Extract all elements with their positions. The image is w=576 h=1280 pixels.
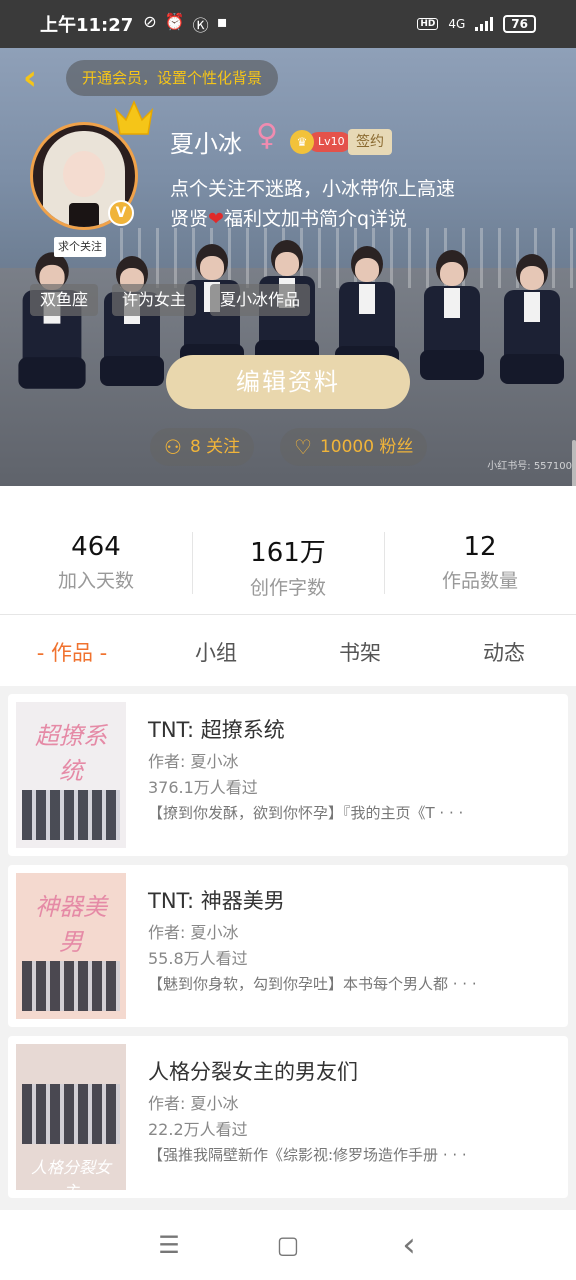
book-card[interactable]: 神器美男 TNT: 神器美男 作者: 夏小冰 55.8万人看过 【魅到你身软，勾… — [8, 865, 568, 1027]
background-figure — [18, 252, 86, 410]
tab-bookshelf[interactable]: 书架 — [288, 637, 432, 667]
book-cover: 神器美男 — [16, 873, 126, 1019]
background-figure — [420, 250, 484, 400]
female-icon: ♀ — [256, 118, 278, 153]
profile-header-background: 小红书号: 557100 — [0, 48, 576, 486]
mute-icon: ⊘ — [143, 12, 157, 31]
book-cover-title: 超撩系统 — [35, 722, 107, 785]
book-card[interactable]: 人格分裂女主 人格分裂女主的男友们 作者: 夏小冰 22.2万人看过 【强推我隔… — [8, 1036, 568, 1198]
bio-line-1: 点个关注不迷路，小冰带你上高速 — [170, 178, 456, 200]
book-views: 376.1万人看过 — [148, 778, 258, 797]
book-title: 人格分裂女主的男友们 — [148, 1060, 358, 1084]
alarm-icon: ⏰ — [164, 12, 185, 31]
stat-works-count: 12 作品数量 — [441, 532, 518, 592]
fans-button[interactable]: ♡ 10000 粉丝 — [280, 428, 428, 466]
system-nav-bar: ☰ ▢ ‹ — [0, 1210, 576, 1280]
edit-profile-button[interactable]: 编辑资料 — [166, 355, 410, 409]
book-cover: 人格分裂女主 — [16, 1044, 126, 1190]
username: 夏小冰 — [170, 130, 242, 158]
verified-icon: V — [108, 200, 134, 226]
signed-badge: 签约 — [348, 129, 392, 155]
vip-background-button[interactable]: 开通会员，设置个性化背景 — [66, 60, 279, 96]
signal-icon — [475, 17, 494, 31]
watermark: 小红书号: 557100 — [487, 461, 572, 472]
book-author: 作者: 夏小冰 — [148, 752, 239, 771]
follow-tag: 求个关注 — [54, 237, 106, 257]
background-figure — [100, 256, 164, 406]
following-button[interactable]: ⚇ 8 关注 — [150, 428, 255, 466]
profile-tag[interactable]: 双鱼座 — [30, 284, 99, 316]
menu-icon[interactable]: ☰ — [154, 1230, 184, 1260]
book-description: 【强推我隔壁新作《综影视:修罗场造作手册 · · · — [148, 1146, 467, 1164]
add-user-icon: ⚇ — [164, 435, 182, 459]
book-views: 55.8万人看过 — [148, 949, 248, 968]
book-cover-title: 人格分裂女主 — [30, 1158, 111, 1190]
tab-groups[interactable]: 小组 — [144, 637, 288, 667]
following-count: 8 关注 — [189, 437, 241, 457]
k-app-icon: Ⓚ — [192, 16, 209, 35]
book-cover: 超撩系统 — [16, 702, 126, 848]
book-author: 作者: 夏小冰 — [148, 1094, 239, 1113]
heart-outline-icon: ♡ — [294, 435, 312, 459]
bio-line-2a: 贤贤 — [170, 208, 209, 230]
stats-card: 464 加入天数 161万 创作字数 12 作品数量 — [0, 486, 576, 614]
content-tabs: - 作品 - 小组 书架 动态 — [0, 614, 576, 686]
tab-activity[interactable]: 动态 — [432, 637, 576, 667]
battery-icon: 76 — [503, 15, 536, 33]
fans-count: 10000 粉丝 — [319, 437, 414, 457]
tab-works[interactable]: - 作品 - — [0, 637, 144, 667]
book-views: 22.2万人看过 — [148, 1120, 248, 1139]
book-card[interactable]: 超撩系统 TNT: 超撩系统 作者: 夏小冰 376.1万人看过 【撩到你发酥，… — [8, 694, 568, 856]
heart-icon: ❤ — [208, 208, 224, 230]
network-type: 4G — [448, 17, 466, 31]
crown-badge-icon: ♛ — [290, 130, 314, 154]
book-description: 【魅到你身软，勾到你孕吐】本书每个男人都 · · · — [148, 975, 477, 993]
hd-icon: HD — [417, 18, 439, 30]
book-title: TNT: 超撩系统 — [148, 718, 285, 742]
book-cover-title: 神器美男 — [35, 893, 107, 956]
level-badge: Lv10 — [308, 132, 351, 152]
home-icon[interactable]: ▢ — [273, 1230, 303, 1260]
background-figure — [500, 254, 564, 404]
profile-tag[interactable]: 夏小冰作品 — [210, 284, 311, 316]
back-icon[interactable]: ‹ — [394, 1228, 424, 1262]
status-time: 上午11:27 — [40, 15, 134, 36]
stat-word-count: 161万 创作字数 — [249, 538, 326, 599]
profile-tags: 双鱼座 许为女主 夏小冰作品 — [30, 284, 311, 316]
status-bar: 上午11:27 ⊘ ⏰ Ⓚ ▪ HD 4G 76 — [0, 0, 576, 48]
back-arrow-icon[interactable]: ‹ — [12, 60, 48, 96]
book-author: 作者: 夏小冰 — [148, 923, 239, 942]
book-title: TNT: 神器美男 — [148, 889, 285, 913]
crown-icon — [114, 100, 154, 135]
bio: 点个关注不迷路，小冰带你上高速 贤贤❤福利文加书简介q详说 — [170, 174, 530, 234]
message-icon: ▪ — [216, 12, 228, 31]
bio-line-2b: 福利文加书简介q详说 — [223, 208, 407, 230]
profile-tag[interactable]: 许为女主 — [112, 284, 197, 316]
book-description: 【撩到你发酥，欲到你怀孕】『我的主页《T · · · — [148, 804, 464, 822]
stat-join-days: 464 加入天数 — [57, 532, 134, 592]
